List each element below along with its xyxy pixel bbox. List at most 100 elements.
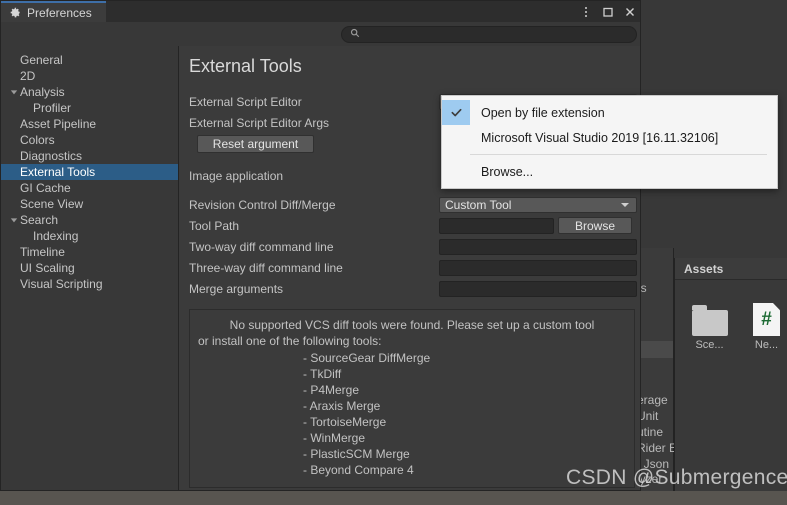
sidebar-item-label: GI Cache (20, 181, 71, 195)
sidebar-item-profiler[interactable]: Profiler (1, 100, 178, 116)
page-title: External Tools (179, 56, 640, 91)
asset-item[interactable]: Sce... (689, 298, 730, 351)
two-way-diff-input[interactable] (439, 239, 637, 255)
field-revision-control: Revision Control Diff/Merge Custom Tool (179, 194, 640, 215)
revision-control-value: Custom Tool (445, 198, 511, 212)
external-script-editor-args-label: External Script Editor Args (189, 116, 439, 130)
vcs-info-line2: or install one of the following tools: (198, 333, 626, 349)
sidebar-item-label: Colors (20, 133, 55, 147)
tab-preferences[interactable]: Preferences (1, 1, 106, 22)
sidebar-item-timeline[interactable]: Timeline (1, 244, 178, 260)
popup-item-browse[interactable]: Browse... (442, 159, 777, 184)
sidebar-item-analysis[interactable]: Analysis (1, 84, 178, 100)
sidebar-item-diagnostics[interactable]: Diagnostics (1, 148, 178, 164)
reset-argument-button[interactable]: Reset argument (197, 135, 314, 153)
asset-item-label: Ne... (746, 339, 787, 351)
sidebar-item-label: Diagnostics (20, 149, 82, 163)
search-field[interactable] (341, 26, 637, 43)
asset-item-label: Sce... (689, 339, 730, 351)
sidebar-item-label: Indexing (20, 229, 78, 243)
sidebar-item-visual-scripting[interactable]: Visual Scripting (1, 276, 178, 292)
background-clipped-label: t Json (637, 457, 669, 471)
vcs-tool-item: - Beyond Compare 4 (303, 462, 626, 478)
check-placeholder (442, 125, 470, 150)
sidebar-item-scene-view[interactable]: Scene View (1, 196, 178, 212)
sidebar-item-gi-cache[interactable]: GI Cache (1, 180, 178, 196)
merge-arguments-input[interactable] (439, 281, 637, 297)
window-controls (579, 1, 636, 22)
sidebar-item-label: General (20, 53, 63, 67)
sidebar-item-label: External Tools (20, 165, 95, 179)
background-clipped-label: erage (637, 393, 668, 407)
popup-item-microsoft-visual-studio-2019-16-11-32106[interactable]: Microsoft Visual Studio 2019 [16.11.3210… (442, 125, 777, 150)
vcs-tool-item: - TortoiseMerge (303, 414, 626, 430)
sidebar-item-indexing[interactable]: Indexing (1, 228, 178, 244)
vcs-info-line1: No supported VCS diff tools were found. … (198, 317, 626, 333)
chevron-down-icon[interactable] (7, 216, 20, 224)
search-icon (350, 27, 360, 41)
sidebar-item-colors[interactable]: Colors (1, 132, 178, 148)
more-options-icon[interactable] (579, 5, 592, 18)
sidebar-item-general[interactable]: General (1, 52, 178, 68)
check-icon (442, 100, 470, 125)
two-way-diff-label: Two-way diff command line (189, 240, 439, 254)
preferences-window: Preferences (0, 0, 641, 491)
revision-control-label: Revision Control Diff/Merge (189, 198, 439, 212)
three-way-diff-label: Three-way diff command line (189, 261, 439, 275)
sidebar-item-asset-pipeline[interactable]: Asset Pipeline (1, 116, 178, 132)
close-icon[interactable] (623, 5, 636, 18)
field-tool-path: Tool Path Browse (179, 215, 640, 236)
revision-control-dropdown[interactable]: Custom Tool (439, 197, 637, 213)
sidebar-item-search[interactable]: Search (1, 212, 178, 228)
search-bar-row (1, 22, 640, 46)
vcs-tool-item: - Araxis Merge (303, 398, 626, 414)
search-input[interactable] (365, 28, 628, 40)
sidebar-item-label: UI Scaling (20, 261, 75, 275)
assets-panel-title: Assets (675, 258, 787, 280)
vcs-tool-item: - WinMerge (303, 430, 626, 446)
gear-icon (10, 7, 21, 18)
check-placeholder (442, 159, 470, 184)
sidebar-item-label: Profiler (20, 101, 71, 115)
sidebar-item-external-tools[interactable]: External Tools (1, 164, 178, 180)
field-two-way-diff: Two-way diff command line (179, 236, 640, 257)
sidebar-item-2d[interactable]: 2D (1, 68, 178, 84)
vcs-tool-item: - P4Merge (303, 382, 626, 398)
popup-separator (470, 154, 767, 155)
sidebar-item-label: Search (20, 213, 58, 227)
sidebar-item-label: Asset Pipeline (20, 117, 96, 131)
vcs-tool-item: - TkDiff (303, 366, 626, 382)
tool-path-label: Tool Path (189, 219, 439, 233)
tab-preferences-label: Preferences (27, 6, 92, 20)
chevron-down-icon (621, 203, 629, 207)
sidebar-item-label: Timeline (20, 245, 65, 259)
merge-arguments-label: Merge arguments (189, 282, 439, 296)
sidebar-item-label: Visual Scripting (20, 277, 103, 291)
vcs-info-box: No supported VCS diff tools were found. … (189, 309, 635, 488)
chevron-down-icon[interactable] (7, 88, 20, 96)
external-script-editor-label: External Script Editor (189, 95, 439, 109)
popup-item-label: Browse... (470, 165, 533, 179)
background-clipped-label: Rider E (637, 441, 677, 455)
sidebar-item-ui-scaling[interactable]: UI Scaling (1, 260, 178, 276)
preferences-sidebar: General2DAnalysisProfiler Asset Pipeline C… (1, 46, 179, 490)
maximize-icon[interactable] (601, 5, 614, 18)
browse-button[interactable]: Browse (558, 217, 632, 234)
vcs-tool-item: - SourceGear DiffMerge (303, 350, 626, 366)
popup-item-label: Open by file extension (470, 106, 605, 120)
window-titlebar: Preferences (1, 1, 640, 22)
folder-icon (689, 298, 730, 336)
popup-item-open-by-file-extension[interactable]: Open by file extension (442, 100, 777, 125)
external-script-editor-popup: Open by file extension Microsoft Visual S… (441, 95, 778, 189)
field-three-way-diff: Three-way diff command line (179, 257, 640, 278)
vcs-tool-list: - SourceGear DiffMerge- TkDiff- P4Merge-… (198, 350, 626, 478)
tool-path-input[interactable] (439, 218, 554, 234)
taskbar (0, 491, 787, 505)
asset-item[interactable]: #Ne... (746, 298, 787, 351)
three-way-diff-input[interactable] (439, 260, 637, 276)
assets-grid: Sce... #Ne... (675, 280, 787, 351)
assets-panel: Assets Sce... #Ne... (674, 258, 787, 491)
image-application-label: Image application (189, 169, 439, 183)
vcs-tool-item: - PlasticSCM Merge (303, 446, 626, 462)
background-inspector-selected-row (637, 341, 673, 358)
